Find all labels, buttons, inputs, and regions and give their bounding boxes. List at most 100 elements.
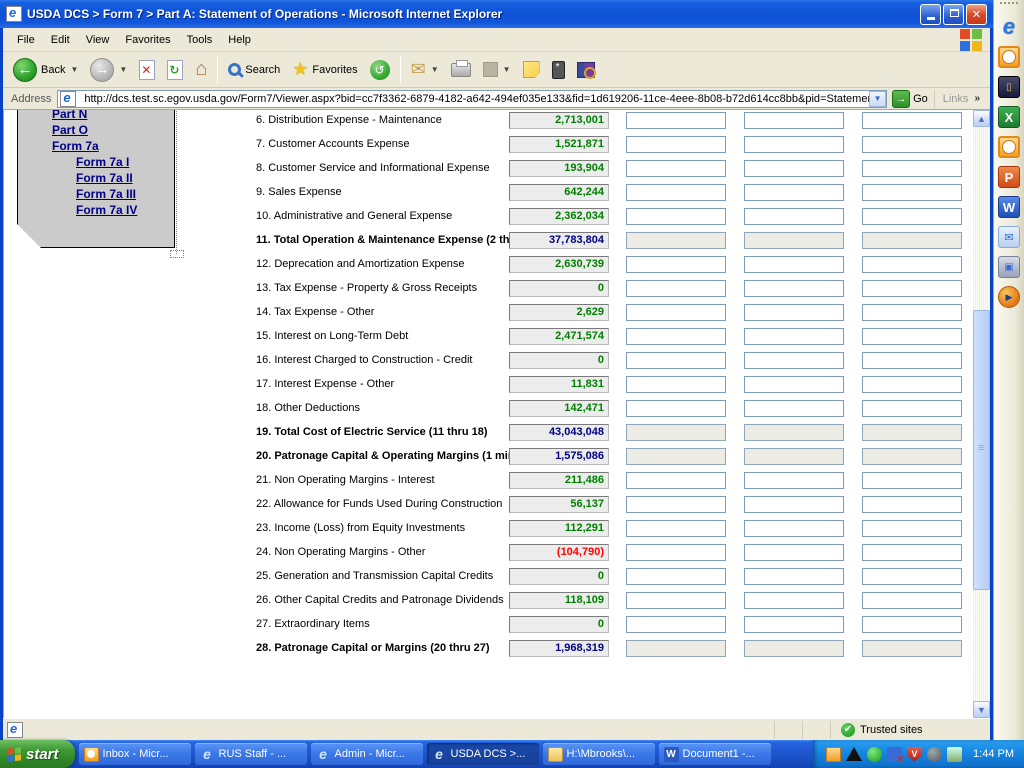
input-field[interactable] bbox=[744, 616, 844, 633]
address-input[interactable]: http://dcs.test.sc.egov.usda.gov/Form7/V… bbox=[57, 90, 887, 108]
input-field[interactable] bbox=[744, 472, 844, 489]
forward-dropdown-icon[interactable]: ▼ bbox=[119, 65, 127, 74]
input-field[interactable] bbox=[626, 376, 726, 393]
value-field[interactable]: 1,968,319 bbox=[509, 640, 609, 657]
value-field[interactable]: 0 bbox=[509, 280, 609, 297]
media-player-icon[interactable]: ▶ bbox=[998, 286, 1020, 308]
scroll-thumb[interactable] bbox=[973, 310, 990, 590]
value-field[interactable]: 1,521,871 bbox=[509, 136, 609, 153]
antivirus-shield-icon[interactable]: V bbox=[907, 747, 922, 762]
input-field[interactable] bbox=[862, 400, 962, 417]
value-field[interactable]: 2,471,574 bbox=[509, 328, 609, 345]
mobile-favorite-button[interactable] bbox=[546, 59, 571, 81]
edit-button[interactable]: ▼ bbox=[477, 60, 517, 79]
mail-button[interactable]: ✉ ▼ bbox=[405, 57, 445, 82]
input-field[interactable] bbox=[862, 568, 962, 585]
value-field[interactable]: 142,471 bbox=[509, 400, 609, 417]
menu-help[interactable]: Help bbox=[220, 31, 259, 49]
close-button[interactable]: ✕ bbox=[966, 4, 987, 25]
input-field[interactable] bbox=[744, 400, 844, 417]
value-field[interactable]: 112,291 bbox=[509, 520, 609, 537]
scroll-up-button[interactable]: ▲ bbox=[973, 110, 990, 127]
titlebar[interactable]: USDA DCS > Form 7 > Part A: Statement of… bbox=[0, 0, 993, 28]
input-field[interactable] bbox=[626, 160, 726, 177]
input-field[interactable] bbox=[744, 568, 844, 585]
history-button[interactable]: ↺ bbox=[364, 58, 396, 82]
value-field[interactable]: 2,629 bbox=[509, 304, 609, 321]
word-icon[interactable]: W bbox=[998, 196, 1020, 218]
links-toolbar[interactable]: Links » bbox=[934, 90, 988, 108]
input-field[interactable] bbox=[626, 328, 726, 345]
input-field[interactable] bbox=[862, 304, 962, 321]
input-field[interactable] bbox=[744, 592, 844, 609]
value-field[interactable]: 0 bbox=[509, 616, 609, 633]
input-field[interactable] bbox=[862, 520, 962, 537]
input-field[interactable] bbox=[744, 208, 844, 225]
value-field[interactable]: 2,630,739 bbox=[509, 256, 609, 273]
input-field[interactable] bbox=[862, 616, 962, 633]
forward-button[interactable]: → ▼ bbox=[84, 56, 133, 84]
input-field[interactable] bbox=[626, 400, 726, 417]
globe-icon[interactable] bbox=[867, 747, 882, 762]
input-field[interactable] bbox=[862, 280, 962, 297]
edit-dropdown-icon[interactable]: ▼ bbox=[503, 65, 511, 74]
go-button[interactable]: → Go bbox=[892, 90, 928, 108]
input-field[interactable] bbox=[626, 256, 726, 273]
input-field[interactable] bbox=[862, 592, 962, 609]
input-field[interactable] bbox=[862, 352, 962, 369]
clock-icon[interactable] bbox=[998, 136, 1020, 158]
input-field[interactable] bbox=[862, 472, 962, 489]
input-field[interactable] bbox=[862, 376, 962, 393]
ie-icon[interactable]: e bbox=[998, 16, 1020, 38]
value-field[interactable]: 193,904 bbox=[509, 160, 609, 177]
value-field[interactable]: 2,362,034 bbox=[509, 208, 609, 225]
task-button[interactable]: WDocument1 -... bbox=[659, 743, 771, 765]
task-button[interactable]: eRUS Staff - ... bbox=[195, 743, 307, 765]
value-field[interactable]: 0 bbox=[509, 352, 609, 369]
outlook-express-icon[interactable]: ✉ bbox=[998, 226, 1020, 248]
scroll-down-button[interactable]: ▼ bbox=[973, 701, 990, 718]
back-button[interactable]: ← Back ▼ bbox=[7, 56, 84, 84]
input-field[interactable] bbox=[862, 496, 962, 513]
my-computer-icon[interactable]: ▣ bbox=[998, 256, 1020, 278]
mail-dropdown-icon[interactable]: ▼ bbox=[431, 65, 439, 74]
value-field[interactable]: (104,790) bbox=[509, 544, 609, 561]
input-field[interactable] bbox=[862, 112, 962, 129]
home-button[interactable]: ⌂ bbox=[189, 56, 213, 83]
input-field[interactable] bbox=[626, 352, 726, 369]
back-dropdown-icon[interactable]: ▼ bbox=[70, 65, 78, 74]
input-field[interactable] bbox=[744, 160, 844, 177]
nav-panel-resize-handle[interactable] bbox=[170, 250, 184, 258]
value-field[interactable]: 43,043,048 bbox=[509, 424, 609, 441]
excel-icon[interactable]: X bbox=[998, 106, 1020, 128]
task-button[interactable]: H:\Mbrooks\... bbox=[543, 743, 655, 765]
value-field[interactable]: 11,831 bbox=[509, 376, 609, 393]
input-field[interactable] bbox=[626, 520, 726, 537]
input-field[interactable] bbox=[626, 112, 726, 129]
input-field[interactable] bbox=[744, 256, 844, 273]
input-field[interactable] bbox=[626, 136, 726, 153]
input-field[interactable] bbox=[626, 544, 726, 561]
menu-view[interactable]: View bbox=[78, 31, 118, 49]
value-field[interactable]: 56,137 bbox=[509, 496, 609, 513]
input-field[interactable] bbox=[626, 280, 726, 297]
task-button[interactable]: eAdmin - Micr... bbox=[311, 743, 423, 765]
value-field[interactable]: 211,486 bbox=[509, 472, 609, 489]
search-button[interactable]: Search bbox=[222, 61, 286, 78]
input-field[interactable] bbox=[626, 592, 726, 609]
input-field[interactable] bbox=[744, 112, 844, 129]
input-field[interactable] bbox=[862, 256, 962, 273]
input-field[interactable] bbox=[626, 208, 726, 225]
task-button[interactable]: eUSDA DCS >... bbox=[427, 743, 539, 765]
start-button[interactable]: start bbox=[0, 740, 75, 768]
input-field[interactable] bbox=[744, 544, 844, 561]
input-field[interactable] bbox=[626, 472, 726, 489]
nav-link-part-o[interactable]: Part O bbox=[18, 123, 174, 139]
input-field[interactable] bbox=[862, 544, 962, 561]
speaker-icon[interactable] bbox=[927, 747, 942, 762]
input-field[interactable] bbox=[862, 184, 962, 201]
clock-icon[interactable] bbox=[998, 46, 1020, 68]
input-field[interactable] bbox=[862, 208, 962, 225]
print-button[interactable] bbox=[445, 61, 477, 79]
input-field[interactable] bbox=[626, 616, 726, 633]
